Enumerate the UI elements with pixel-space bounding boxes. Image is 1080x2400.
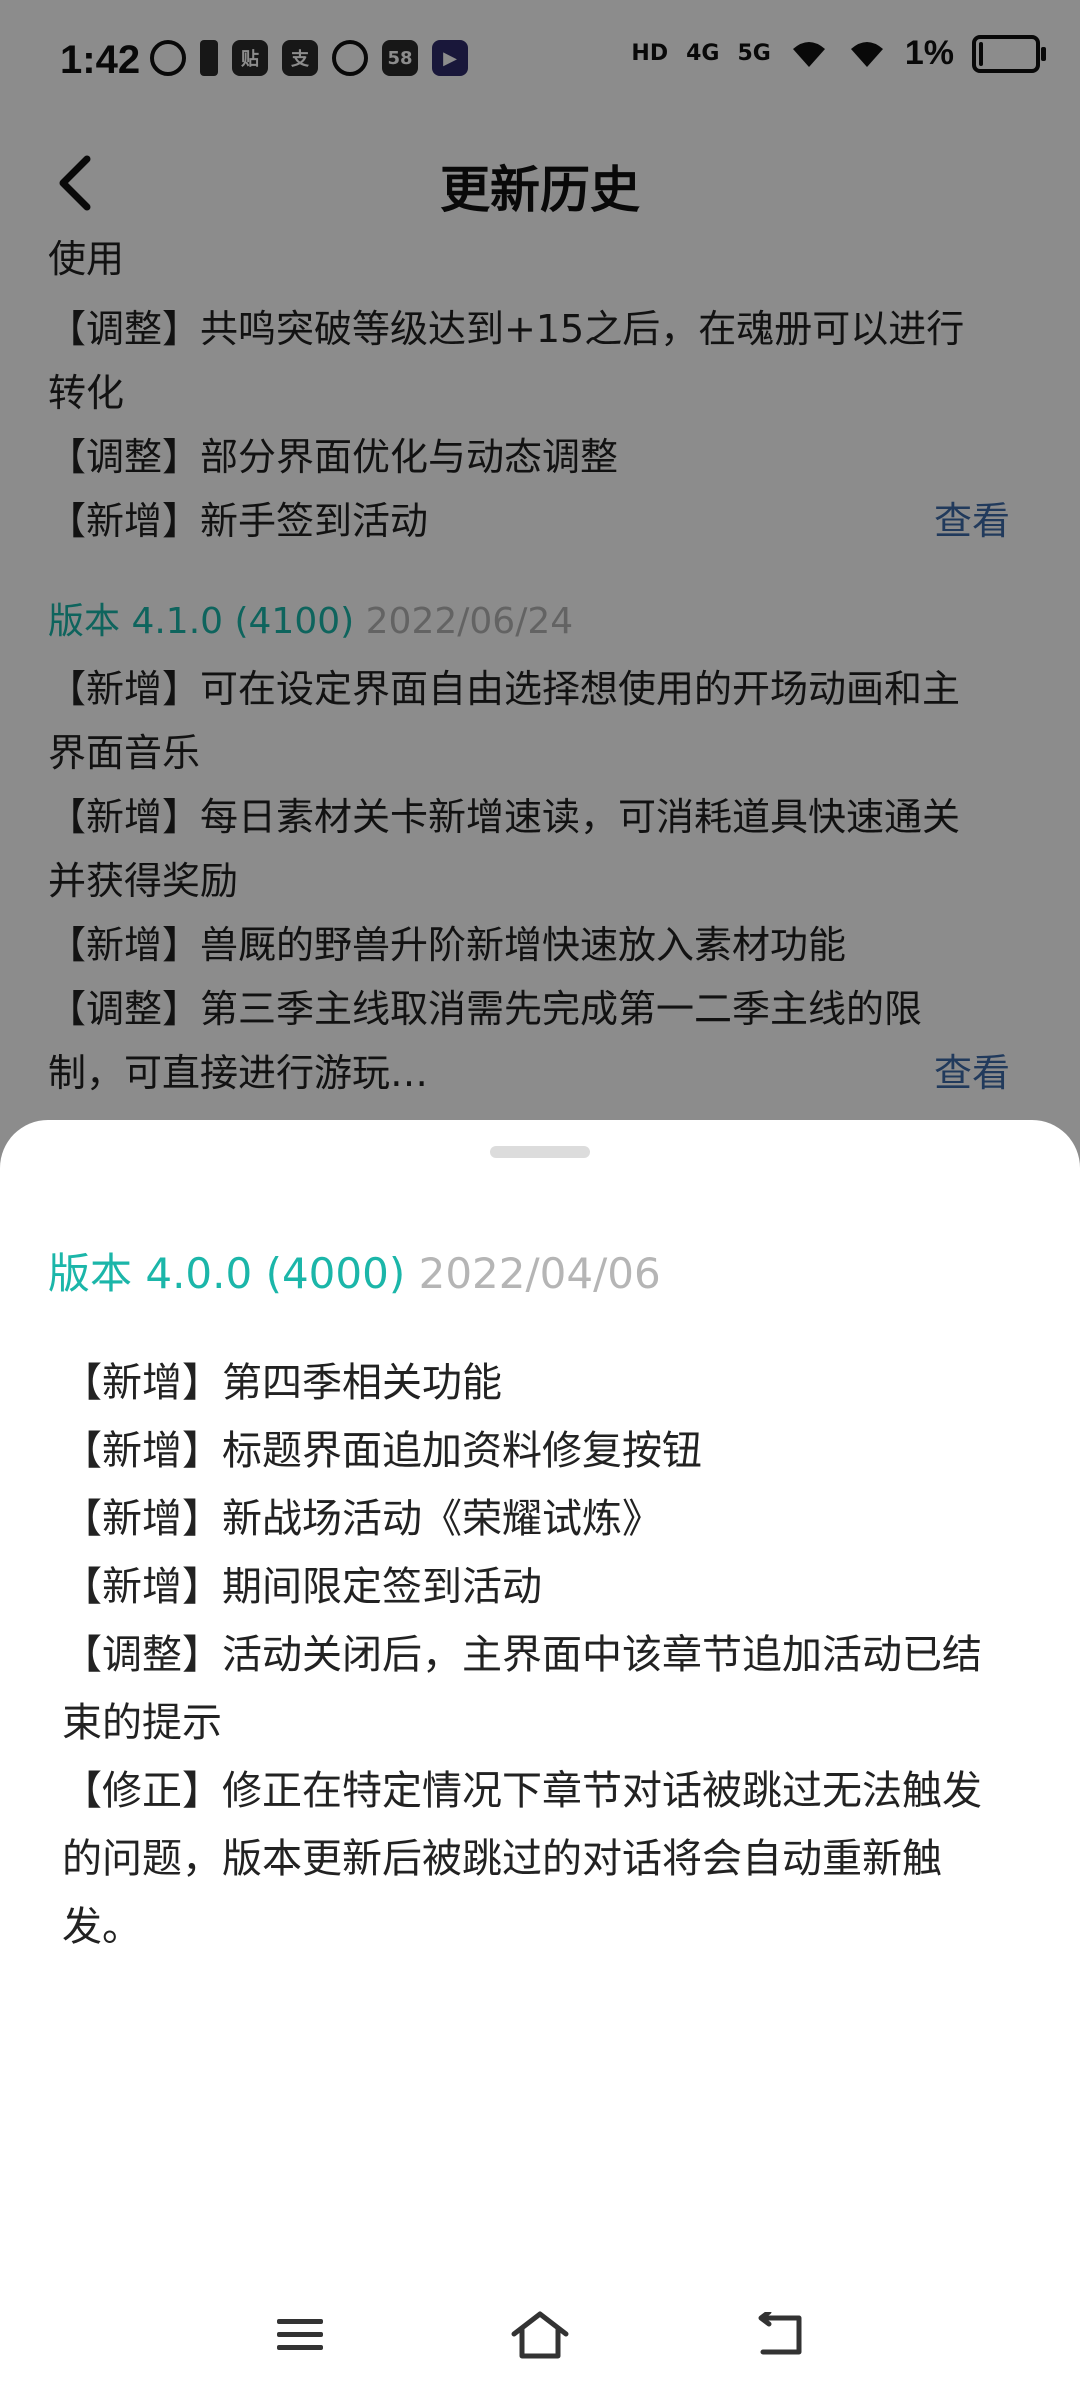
version-label: 版本 4.0.0 (4000) <box>48 1249 406 1298</box>
sheet-line: 【调整】活动关闭后，主界面中该章节追加活动已结 <box>62 1632 982 1678</box>
menu-button[interactable] <box>260 2300 340 2370</box>
navigation-bar <box>0 2280 1080 2400</box>
sheet-line: 【新增】标题界面追加资料修复按钮 <box>62 1428 702 1474</box>
back-nav-icon <box>758 2312 802 2355</box>
back-nav-button[interactable] <box>740 2300 820 2370</box>
menu-icon <box>277 2319 323 2350</box>
bottom-sheet: 版本 4.0.0 (4000) 2022/04/06 【新增】第四季相关功能 【… <box>0 1120 1080 2400</box>
sheet-line: 束的提示 <box>62 1700 222 1746</box>
sheet-line: 的问题，版本更新后被跳过的对话将会自动重新触 <box>62 1836 942 1882</box>
sheet-line: 发。 <box>62 1904 142 1950</box>
sheet-line: 【修正】修正在特定情况下章节对话被跳过无法触发 <box>62 1768 982 1814</box>
sheet-version-header: 版本 4.0.0 (4000) 2022/04/06 <box>48 1240 661 1301</box>
sheet-line: 【新增】第四季相关功能 <box>62 1360 502 1406</box>
home-button[interactable] <box>500 2300 580 2370</box>
version-date: 2022/04/06 <box>418 1249 661 1298</box>
sheet-line: 【新增】新战场活动《荣耀试炼》 <box>62 1496 662 1542</box>
drag-handle[interactable] <box>490 1146 590 1158</box>
sheet-line: 【新增】期间限定签到活动 <box>62 1564 542 1610</box>
home-icon <box>511 2311 569 2359</box>
